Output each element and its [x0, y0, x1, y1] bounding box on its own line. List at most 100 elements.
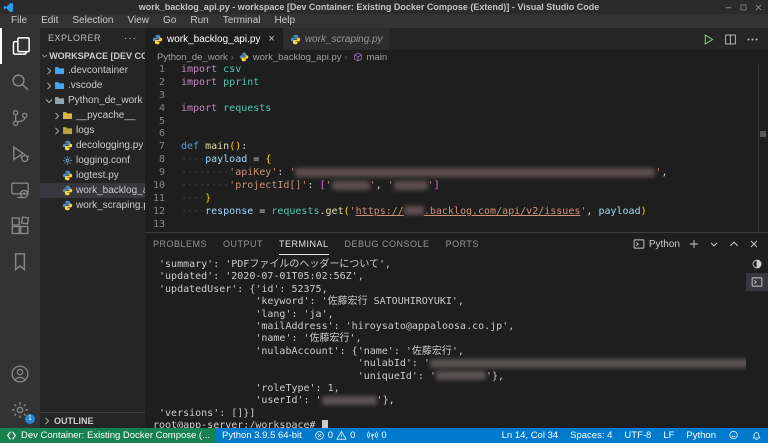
terminal-dropdown-button[interactable]	[708, 238, 720, 250]
tree-item-.vscode[interactable]: .vscode	[40, 78, 145, 93]
editor-tab-work_backlog_api.py[interactable]: work_backlog_api.py ×	[145, 28, 283, 50]
status-bar: Dev Container: Existing Docker Compose (…	[0, 428, 768, 443]
tree-item-label: work_backlog_a...	[76, 185, 145, 196]
terminal-list	[746, 255, 768, 428]
activity-accounts[interactable]	[0, 356, 40, 392]
code-line: 3	[145, 90, 768, 103]
panel-tab-terminal[interactable]: TERMINAL	[279, 233, 329, 255]
workspace-label: WORKSPACE [DEV CONTAIN...	[49, 50, 145, 61]
editor-scrollbar[interactable]	[758, 64, 768, 232]
scrollbar-marker	[760, 131, 766, 138]
menu-run[interactable]: Run	[183, 14, 215, 28]
redacted-text	[331, 180, 370, 190]
editor-column: work_backlog_api.py × work_scraping.py P…	[145, 28, 768, 428]
menu-go[interactable]: Go	[156, 14, 183, 28]
status-problems[interactable]: 00	[308, 430, 362, 441]
panel-tab-problems[interactable]: PROBLEMS	[153, 233, 207, 255]
breadcrumb-item[interactable]: Python_de_work	[157, 52, 228, 63]
close-panel-button[interactable]	[748, 238, 760, 250]
line-number: 1	[158, 64, 165, 75]
activity-source-control[interactable]	[0, 100, 40, 136]
terminal-bash[interactable]	[746, 273, 768, 291]
menu-selection[interactable]: Selection	[65, 14, 120, 28]
tree-item-label: work_scraping.py	[76, 200, 145, 211]
minimize-button[interactable]	[724, 3, 733, 12]
remote-indicator[interactable]: Dev Container: Existing Docker Compose (…	[0, 428, 217, 443]
activity-explorer[interactable]	[0, 28, 40, 64]
status-cursor-position[interactable]: Ln 14, Col 34	[496, 430, 565, 441]
code-editor[interactable]: 1 import csv 2 import pprint 3 4 import reques…	[145, 64, 768, 232]
warning-icon	[336, 430, 347, 441]
tree-item-work_scraping.py[interactable]: work_scraping.py	[40, 198, 145, 213]
workbench: 1 EXPLORER ··· WORKSPACE [DEV CONTAIN...…	[0, 28, 768, 428]
folder-icon	[62, 125, 73, 136]
breadcrumb-item[interactable]: main	[367, 52, 388, 63]
split-editor-button[interactable]	[724, 33, 737, 46]
activity-bookmarks[interactable]	[0, 244, 40, 280]
tree-item-.devcontainer[interactable]: .devcontainer	[40, 63, 145, 78]
tab-close-button[interactable]: ×	[268, 33, 274, 45]
maximize-button[interactable]	[739, 3, 748, 12]
status-bar-right: Ln 14, Col 34 Spaces: 4 UTF-8 LF Python	[496, 430, 768, 441]
shell-selector[interactable]: Python	[633, 238, 680, 250]
menu-edit[interactable]: Edit	[34, 14, 65, 28]
panel-tab-output[interactable]: OUTPUT	[223, 233, 263, 255]
more-actions-button[interactable]	[746, 33, 759, 46]
python-icon	[62, 200, 73, 211]
panel-actions: Python	[633, 238, 760, 250]
chevron-down-icon	[44, 96, 54, 106]
editor-tab-work_scraping.py[interactable]: work_scraping.py	[282, 28, 391, 50]
status-eol[interactable]: LF	[657, 430, 680, 441]
panel-tab-debug-console[interactable]: DEBUG CONSOLE	[345, 233, 430, 255]
run-python-file-button[interactable]	[702, 33, 715, 46]
tab-label: work_backlog_api.py	[167, 33, 261, 45]
tree-item-label: .vscode	[68, 80, 103, 91]
status-language-mode[interactable]: Python	[680, 430, 722, 441]
activity-settings[interactable]: 1	[0, 392, 40, 428]
status-notifications[interactable]	[745, 430, 768, 441]
terminal-line: 'updated': '2020-07-01T05:02:56Z',	[153, 271, 364, 283]
tree-item-python_de_work[interactable]: Python_de_work	[40, 93, 145, 108]
status-python-interpreter[interactable]: Python 3.9.5 64-bit	[216, 430, 308, 441]
terminal-output[interactable]: 'summary': 'PDFファイルのヘッダーについて', 'updated'…	[145, 255, 746, 428]
outline-section[interactable]: OUTLINE	[40, 412, 145, 428]
activity-extensions[interactable]	[0, 208, 40, 244]
tree-item-label: logtest.py	[76, 170, 119, 181]
sidebar-more-actions[interactable]: ···	[124, 33, 137, 44]
tree-item-work_backlog_a...[interactable]: work_backlog_a...	[40, 183, 145, 198]
activity-remote-explorer[interactable]	[0, 172, 40, 208]
breadcrumb-item[interactable]: work_backlog_api.py	[253, 52, 342, 63]
code-line: 1 import csv	[145, 64, 768, 77]
status-feedback[interactable]	[722, 430, 745, 441]
activity-run-and-debug[interactable]	[0, 136, 40, 172]
python-icon	[152, 34, 163, 45]
new-terminal-button[interactable]	[688, 238, 700, 250]
panel-tab-ports[interactable]: PORTS	[446, 233, 479, 255]
close-button[interactable]	[754, 3, 763, 12]
tree-item-label: logging.conf	[76, 155, 130, 166]
menu-file[interactable]: File	[4, 14, 34, 28]
status-forwarded-ports[interactable]: 0	[361, 430, 392, 441]
activity-search[interactable]	[0, 64, 40, 100]
status-encoding[interactable]: UTF-8	[618, 430, 657, 441]
code-line: 9 ········'apiKey': ' ',	[145, 167, 768, 180]
chevron-down-icon	[41, 51, 48, 61]
tree-item-logs[interactable]: logs	[40, 123, 145, 138]
broadcast-icon	[367, 430, 379, 441]
status-indentation[interactable]: Spaces: 4	[564, 430, 618, 441]
workspace-section-header[interactable]: WORKSPACE [DEV CONTAIN...	[40, 48, 145, 63]
terminal-prompt[interactable]: root@app-server:/workspace#	[153, 420, 746, 428]
menu-terminal[interactable]: Terminal	[216, 14, 268, 28]
line-number: 6	[158, 128, 165, 140]
tree-item-logging.conf[interactable]: logging.conf	[40, 153, 145, 168]
menu-help[interactable]: Help	[268, 14, 303, 28]
menu-view[interactable]: View	[121, 14, 157, 28]
tree-item-__pycache__[interactable]: __pycache__	[40, 108, 145, 123]
maximize-panel-button[interactable]	[728, 238, 740, 250]
terminal-python[interactable]	[746, 255, 768, 273]
remote-explorer-icon	[10, 180, 30, 200]
tree-item-decologging.py[interactable]: decologging.py	[40, 138, 145, 153]
tree-item-logtest.py[interactable]: logtest.py	[40, 168, 145, 183]
breadcrumb: Python_de_work › work_backlog_api.py › main	[145, 50, 768, 64]
explorer-sidebar: EXPLORER ··· WORKSPACE [DEV CONTAIN... .…	[40, 28, 145, 428]
